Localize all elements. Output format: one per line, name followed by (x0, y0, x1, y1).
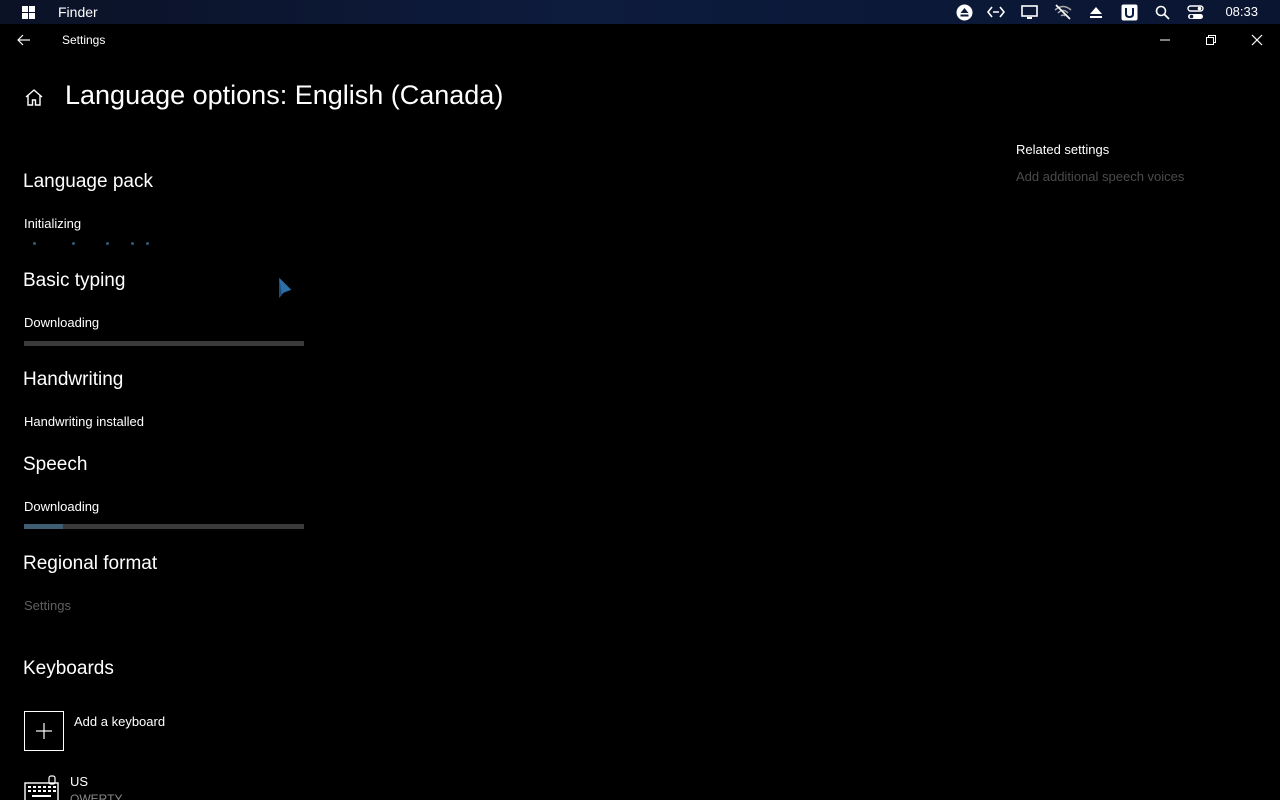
loading-dot (106, 242, 109, 245)
minimize-icon (1160, 39, 1170, 41)
keyboards-heading: Keyboards (23, 658, 114, 679)
back-arrow-icon (17, 34, 30, 46)
keyboard-list-item[interactable]: US QWERTY (24, 772, 224, 800)
window-title-bar: Settings (0, 24, 1280, 56)
wifi-off-icon[interactable] (1054, 3, 1072, 21)
page-title: Language options: English (Canada) (65, 80, 504, 110)
regional-format-heading: Regional format (23, 553, 158, 574)
close-icon (1251, 34, 1263, 46)
system-tray (0, 0, 1280, 24)
speech-progress-bar (24, 524, 304, 529)
eject-circle-icon[interactable] (955, 3, 973, 21)
mouse-cursor-icon (278, 276, 293, 299)
progress-fill (24, 524, 64, 529)
home-button[interactable] (22, 85, 46, 109)
plus-icon (24, 711, 64, 751)
keyboard-name: US (70, 774, 89, 789)
window-title: Settings (62, 33, 106, 47)
loading-dot (146, 242, 149, 245)
keyboard-icon (24, 775, 59, 800)
basic-typing-heading: Basic typing (23, 270, 126, 291)
keyboard-layout: QWERTY (70, 792, 123, 800)
speech-heading: Speech (23, 454, 88, 475)
basic-typing-status: Downloading (24, 315, 100, 330)
handwriting-heading: Handwriting (23, 369, 124, 390)
clock[interactable]: 08:33 (1225, 4, 1258, 19)
restore-icon (1206, 35, 1216, 45)
language-pack-status: Initializing (24, 216, 82, 231)
loading-dot (33, 242, 36, 245)
search-icon[interactable] (1153, 3, 1171, 21)
system-top-bar: Finder 08:33 (0, 0, 1280, 24)
add-keyboard-button[interactable]: Add a keyboard (24, 711, 184, 751)
speech-status: Downloading (24, 499, 100, 514)
home-icon (25, 88, 43, 106)
basic-typing-progress-bar (24, 341, 304, 346)
restore-button[interactable] (1199, 28, 1223, 52)
language-pack-heading: Language pack (23, 171, 153, 192)
related-settings-heading: Related settings (1016, 142, 1110, 157)
handwriting-status: Handwriting installed (24, 414, 144, 429)
minimize-button[interactable] (1153, 28, 1177, 52)
close-button[interactable] (1245, 28, 1269, 52)
add-keyboard-label: Add a keyboard (74, 714, 166, 729)
back-button[interactable] (12, 30, 36, 50)
eject-icon[interactable] (1087, 3, 1105, 21)
monitor-icon[interactable] (1020, 3, 1038, 21)
loading-dot (131, 242, 134, 245)
add-speech-voices-link[interactable]: Add additional speech voices (1016, 169, 1184, 184)
code-arrows-icon[interactable] (987, 3, 1005, 21)
regional-format-settings-link[interactable]: Settings (24, 598, 71, 613)
toggles-icon[interactable] (1186, 3, 1204, 21)
u-badge-icon[interactable] (1120, 3, 1138, 21)
loading-dots-indicator (24, 241, 164, 247)
loading-dot (72, 242, 75, 245)
